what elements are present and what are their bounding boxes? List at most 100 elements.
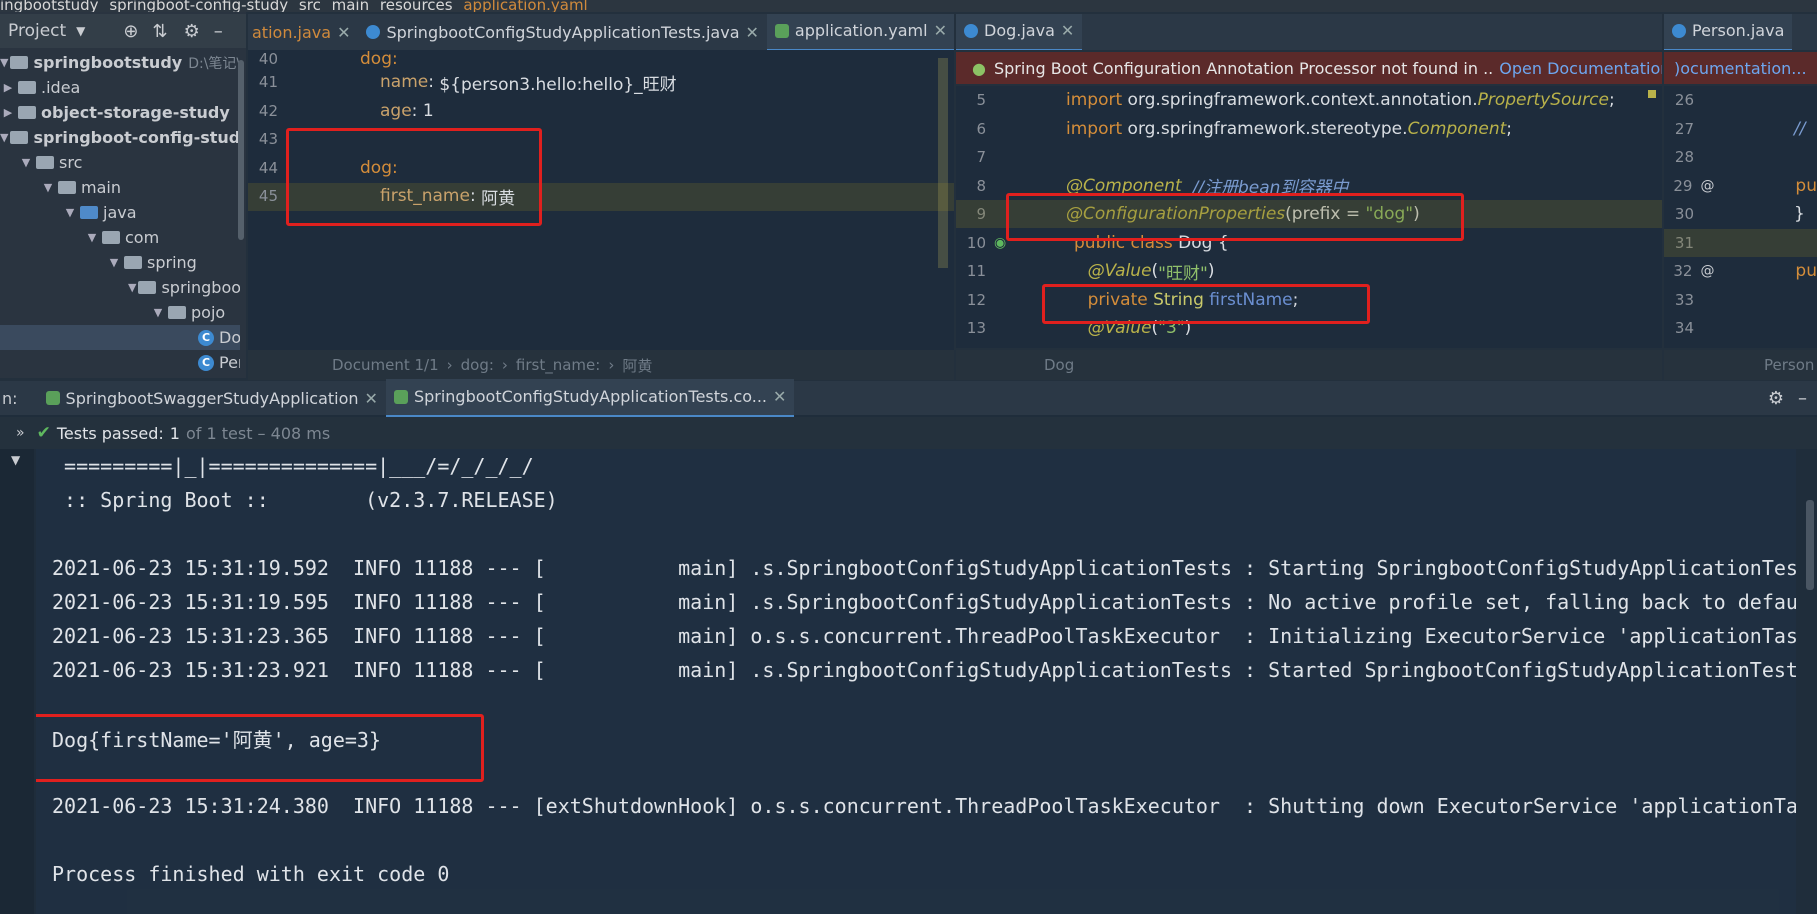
close-icon[interactable]: ✕ <box>1061 21 1074 40</box>
line-number: 42 <box>258 101 278 120</box>
tree-item[interactable]: ▼ java <box>0 200 240 225</box>
breadcrumb-item[interactable]: application.yaml <box>463 0 587 12</box>
expand-icon[interactable]: ▶ <box>0 106 16 119</box>
tree-item[interactable]: ▼ pojo <box>0 300 240 325</box>
expand-icon[interactable]: ▼ <box>106 256 122 269</box>
console-line: 2021-06-23 15:31:24.380 INFO 11188 --- [… <box>52 794 1796 818</box>
string-literal: "旺财" <box>1158 263 1208 284</box>
line-number: 12 <box>966 290 986 309</box>
expand-icon[interactable]: ▼ <box>128 281 136 294</box>
line-number: 44 <box>258 158 278 177</box>
expand-icon[interactable]: » <box>16 425 25 441</box>
status-doc[interactable]: Document 1/1 <box>332 356 439 374</box>
keyword: pu <box>1795 261 1817 282</box>
yaml-editor[interactable]: 40 dog: 41 name: ${person3.hello:hello}_旺财… <box>248 50 954 352</box>
person-editor[interactable]: 26 27// 28 29 @ pu 30} 31 32 @ pu 33 34 <box>1664 86 1817 348</box>
spring-icon: ● <box>972 58 986 78</box>
tree-item[interactable]: ▼ main <box>0 175 240 200</box>
status-class[interactable]: Person <box>1764 356 1814 374</box>
breadcrumb-item[interactable]: src <box>299 0 321 12</box>
gear-icon[interactable]: ⚙ <box>1768 388 1784 409</box>
console-line: 2021-06-23 15:31:19.592 INFO 11188 --- [… <box>52 556 1796 580</box>
class-icon: C <box>198 354 214 371</box>
keyword: import <box>1066 90 1128 111</box>
breadcrumb-item[interactable]: main <box>332 0 369 12</box>
close-icon[interactable]: ✕ <box>337 23 350 42</box>
tree-item-selected[interactable]: C Do <box>0 325 240 350</box>
breadcrumb-item[interactable]: ingbootstudy <box>0 0 99 12</box>
code-line: 11 @Value("旺财") <box>956 257 1662 286</box>
dog-editor[interactable]: 5 import org.springframework.context.anno… <box>956 86 1662 348</box>
close-icon[interactable]: ✕ <box>934 21 947 40</box>
expand-icon[interactable]: ▶ <box>0 81 16 94</box>
open-documentation-link[interactable]: Open Documentation... <box>1499 59 1662 78</box>
project-header: Project ▼ ⊕ ⇅ ⚙ – <box>0 14 246 48</box>
close-icon[interactable]: ✕ <box>773 387 786 406</box>
test-status-bar: » ✔ Tests passed: 1 of 1 test – 408 ms <box>0 417 1817 449</box>
breadcrumb-item[interactable]: springboot-config-study <box>109 0 288 12</box>
minimize-icon[interactable]: – <box>214 21 223 42</box>
run-tab-swagger[interactable]: SpringbootSwaggerStudyApplication ✕ <box>38 380 386 416</box>
crosshair-icon[interactable]: ⊕ <box>123 21 138 42</box>
folder-icon <box>80 206 98 219</box>
tab-dog-java[interactable]: Dog.java ✕ <box>956 14 1083 50</box>
editor-tabs-mid: Dog.java ✕ <box>956 14 1662 50</box>
code-line: 27 // <box>1664 115 1817 144</box>
console-output[interactable]: =========|_|==============|___/=/_/_/_/ … <box>36 449 1796 914</box>
status-value[interactable]: 阿黄 <box>622 355 652 376</box>
folder-icon <box>102 231 120 244</box>
tree-item[interactable]: ▼ src <box>0 150 240 175</box>
semicolon: ; <box>1506 118 1512 139</box>
expand-icon[interactable]: ▼ <box>40 181 56 194</box>
status-key[interactable]: dog: <box>461 356 494 374</box>
expand-icon[interactable]: ▼ <box>18 156 34 169</box>
tab-application-yaml[interactable]: application.yaml ✕ <box>766 14 954 50</box>
tab-application-tests[interactable]: SpringbootConfigStudyApplicationTests.ja… <box>358 14 766 50</box>
override-icon[interactable]: @ <box>1692 178 1795 194</box>
tab-label: SpringbootConfigStudyApplicationTests.ja… <box>386 22 740 42</box>
line-number: 5 <box>976 91 986 110</box>
tree-item[interactable]: ▼ springbootstudy D:\笔记\java\ <box>0 50 240 75</box>
tab-person-java[interactable]: Person.java <box>1664 14 1793 50</box>
scroll-up-icon[interactable]: ▼ <box>11 453 20 467</box>
project-title[interactable]: Project <box>8 21 66 41</box>
highlight-box <box>1006 193 1464 241</box>
tree-item[interactable]: ▶ .idea <box>0 75 240 100</box>
override-icon[interactable]: @ <box>1692 263 1795 279</box>
breadcrumb-item[interactable]: resources <box>380 0 453 12</box>
tree-item[interactable]: ▼ com <box>0 225 240 250</box>
expand-icon[interactable]: ▼ <box>84 231 100 244</box>
tree-item[interactable]: ▼ spring <box>0 250 240 275</box>
expand-icon[interactable]: ▼ <box>0 131 8 144</box>
tree-item[interactable]: ▼ springboot-config-study <box>0 125 240 150</box>
close-icon[interactable]: ✕ <box>746 23 759 42</box>
minimize-icon[interactable]: – <box>1798 388 1807 409</box>
tab-application[interactable]: ation.java ✕ <box>248 14 358 50</box>
tree-label: springboot-config-study <box>33 128 240 147</box>
folder-icon <box>18 81 36 94</box>
chevron-down-icon[interactable]: ▼ <box>76 24 85 38</box>
tree-item[interactable]: ▼ springboo <box>0 275 240 300</box>
close-icon[interactable]: ✕ <box>365 389 378 408</box>
expand-icon[interactable]: ▼ <box>0 56 8 69</box>
tests-total: of 1 test – 408 ms <box>185 423 331 443</box>
status-key[interactable]: first_name: <box>516 356 600 374</box>
status-class[interactable]: Dog <box>1044 356 1074 374</box>
expand-icon[interactable]: ▼ <box>150 306 166 319</box>
tree-scrollbar[interactable] <box>238 60 244 240</box>
open-documentation-link[interactable]: )ocumentation... <box>1674 59 1807 78</box>
editor-scrollbar[interactable] <box>1648 90 1656 98</box>
collapse-icon[interactable]: ⇅ <box>153 21 168 42</box>
code-line: 41 name: ${person3.hello:hello}_旺财 <box>248 68 948 97</box>
code-line: 34 <box>1664 314 1817 343</box>
run-tab-config-tests[interactable]: SpringbootConfigStudyApplicationTests.co… <box>385 378 795 418</box>
expand-icon[interactable]: ▼ <box>62 206 78 219</box>
console-scrollbar[interactable] <box>1806 500 1814 590</box>
current-line-highlight <box>1664 229 1817 257</box>
tree-item[interactable]: C Per <box>0 350 240 375</box>
test-icon <box>393 389 408 404</box>
tree-item[interactable]: ▶ object-storage-study <box>0 100 240 125</box>
yaml-icon <box>774 23 789 38</box>
editor-scrollbar[interactable] <box>938 58 948 268</box>
gear-icon[interactable]: ⚙ <box>184 21 200 42</box>
